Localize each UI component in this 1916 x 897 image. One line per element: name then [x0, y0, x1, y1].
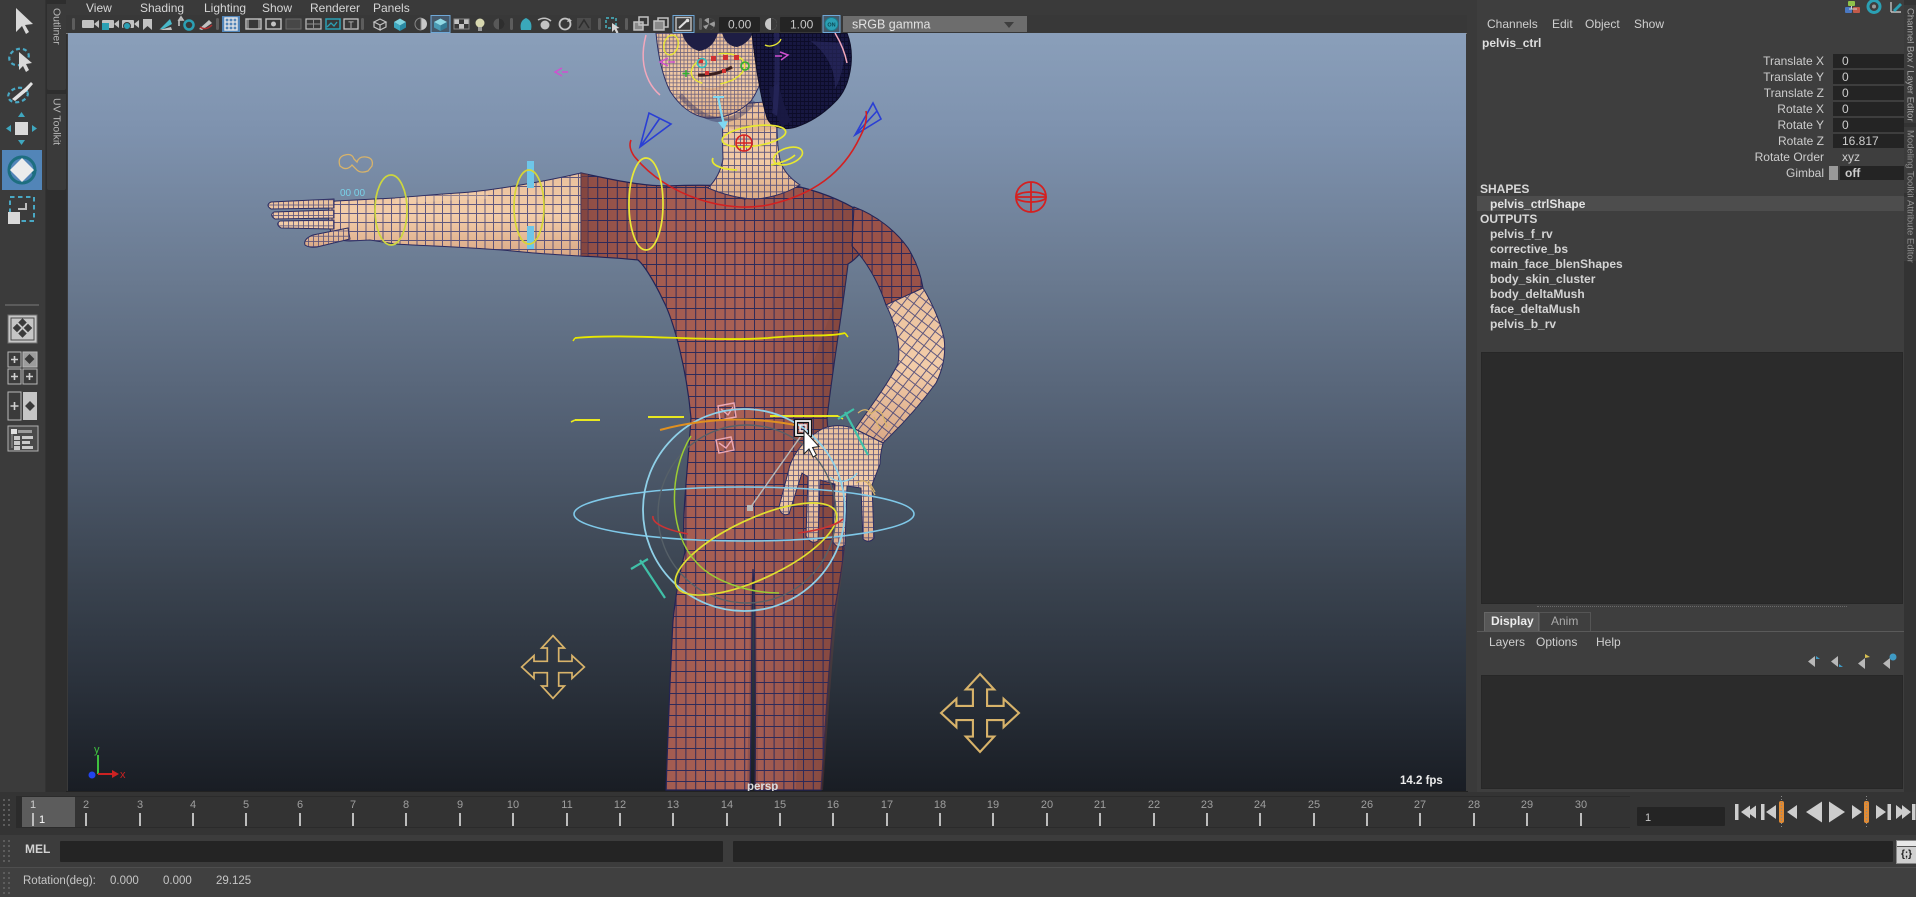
svg-text:1.00: 1.00	[790, 18, 814, 32]
svg-text:12: 12	[614, 799, 626, 811]
svg-text:00 00: 00 00	[340, 188, 365, 199]
svg-text:23: 23	[1201, 799, 1213, 811]
svg-text:1: 1	[39, 814, 45, 826]
svg-text:6: 6	[297, 799, 303, 811]
svg-text:x: x	[120, 769, 126, 781]
svg-text:0.00: 0.00	[728, 18, 752, 32]
svg-text:14.2 fps: 14.2 fps	[1400, 775, 1443, 787]
svg-text:29: 29	[1521, 799, 1533, 811]
svg-text:22: 22	[1148, 799, 1160, 811]
svg-text:persp: persp	[747, 781, 778, 791]
svg-text:24: 24	[1254, 799, 1266, 811]
svg-text:11: 11	[561, 799, 572, 811]
svg-text:28: 28	[1468, 799, 1480, 811]
svg-text:2: 2	[83, 799, 89, 811]
svg-text:20: 20	[1041, 799, 1053, 811]
svg-text:3: 3	[137, 799, 143, 811]
svg-text:ON: ON	[827, 23, 835, 29]
svg-text:13: 13	[667, 799, 679, 811]
svg-text:7: 7	[350, 799, 356, 811]
svg-text:16: 16	[827, 799, 839, 811]
svg-text:15: 15	[774, 799, 786, 811]
svg-text:y: y	[94, 744, 100, 756]
svg-text:8: 8	[403, 799, 409, 811]
svg-text:sRGB gamma: sRGB gamma	[852, 18, 931, 32]
svg-text:27: 27	[1414, 799, 1426, 811]
svg-text:30: 30	[1575, 799, 1587, 811]
svg-text:1: 1	[30, 799, 36, 811]
svg-text:10: 10	[507, 799, 519, 811]
svg-text:9: 9	[457, 799, 463, 811]
svg-text:14: 14	[721, 799, 733, 811]
svg-text:25: 25	[1308, 799, 1320, 811]
svg-text:T: T	[348, 20, 354, 30]
svg-text:17: 17	[881, 799, 893, 811]
svg-text:21: 21	[1094, 799, 1106, 811]
svg-text:26: 26	[1361, 799, 1373, 811]
svg-text:18: 18	[934, 799, 946, 811]
svg-text:19: 19	[987, 799, 999, 811]
svg-text:5: 5	[243, 799, 249, 811]
svg-text:4: 4	[190, 799, 196, 811]
svg-text:1: 1	[1645, 812, 1651, 824]
